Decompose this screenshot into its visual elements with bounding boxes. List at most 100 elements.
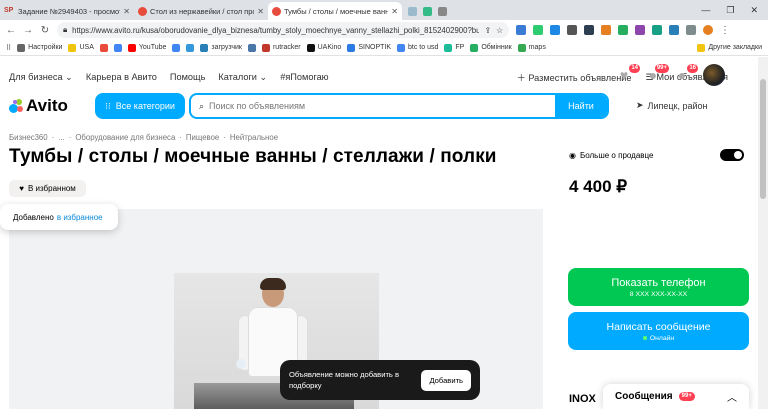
bookmark-g[interactable] [172, 43, 181, 52]
menu-dots-icon[interactable]: ⋮ [720, 25, 730, 36]
avito-logo[interactable]: Avito [9, 96, 68, 116]
close-tab-icon[interactable]: ✕ [391, 7, 398, 16]
breadcrumb-item[interactable]: ... [58, 133, 65, 142]
url-field[interactable]: 🔒︎ https://www.avito.ru/kusa/oborudovani… [57, 22, 509, 38]
browser-tab-1[interactable]: SP Задание №2949403 - просмотр з ✕ [0, 2, 134, 20]
close-tab-icon[interactable]: ✕ [123, 7, 130, 16]
messages-widget[interactable]: Сообщения 99+ ︿ [603, 384, 749, 409]
nav-help[interactable]: Помощь [170, 72, 206, 83]
bookmark-other[interactable]: Другие закладки [697, 43, 762, 52]
tab-favicon-icon [408, 6, 417, 16]
extension-icon[interactable] [550, 25, 560, 35]
nav-i-help[interactable]: #яПомогаю [280, 72, 328, 83]
bookmark-rutracker[interactable]: rutracker [261, 43, 301, 52]
messages-label: Сообщения [615, 391, 673, 402]
extension-icon[interactable] [601, 25, 611, 35]
notifications-bell-icon[interactable]: ● 16 [674, 64, 698, 83]
extension-icon[interactable] [533, 25, 543, 35]
favorites-heart-icon[interactable]: ♥ 14 [616, 64, 640, 83]
extension-icon[interactable] [635, 25, 645, 35]
breadcrumb-item[interactable]: Бизнес360 [9, 133, 48, 142]
seller-toggle-label: Больше о продавце [579, 150, 654, 160]
toast-text: Добавлено [13, 212, 54, 222]
favorites-link[interactable]: в избранное [57, 213, 103, 222]
bookmark-maps[interactable]: maps [517, 43, 546, 52]
nav-for-business[interactable]: Для бизнеса ⌄ [9, 72, 73, 83]
extension-icon[interactable] [652, 25, 662, 35]
gmail-icon [99, 43, 108, 52]
extension-icon[interactable] [669, 25, 679, 35]
messages-badge: 99+ [654, 64, 669, 73]
bookmark-vk[interactable] [247, 43, 256, 52]
post-ad-link[interactable]: ＋ Разместить объявление [517, 70, 632, 84]
back-icon[interactable]: ← [6, 25, 16, 36]
browser-tab-2[interactable]: Стол из нержавейки / стол произ ✕ [134, 2, 268, 20]
reload-icon[interactable]: ↻ [40, 25, 50, 36]
youtube-icon [127, 43, 136, 52]
seller-info-toggle: ◉ Больше о продавце [569, 149, 744, 161]
show-phone-button[interactable]: Показать телефон 8 XXX XXX-XX-XX [568, 268, 749, 306]
bookmark-loader[interactable]: загрузчик [200, 43, 242, 52]
seller-toggle-switch[interactable] [720, 149, 744, 161]
search-button[interactable]: Найти [555, 95, 607, 117]
fp-icon [444, 43, 453, 52]
messages-icon[interactable]: ● 99+ [645, 64, 669, 83]
add-to-collection-toast: Объявление можно добавить в подборку Доб… [280, 360, 480, 400]
other-tabs[interactable] [402, 2, 502, 20]
add-button[interactable]: Добавить [421, 369, 471, 391]
restore-icon[interactable]: ❐ [726, 5, 734, 16]
nav-career[interactable]: Карьера в Авито [86, 72, 157, 83]
window-controls: — ❐ ✕ [701, 0, 768, 20]
puzzle-icon[interactable] [686, 25, 696, 35]
extension-icon[interactable] [567, 25, 577, 35]
bookmark-label: USA [79, 44, 94, 51]
messages-count-badge: 99+ [678, 392, 695, 401]
write-message-button[interactable]: Написать сообщение Онлайн [568, 312, 749, 350]
extension-icon[interactable] [618, 25, 628, 35]
bookmark-label: rutracker [272, 44, 301, 51]
bookmark-label: FP [455, 44, 465, 51]
location-selector[interactable]: ➤ Липецк, район [636, 100, 707, 111]
minimize-icon[interactable]: — [701, 5, 710, 15]
browser-tab-3[interactable]: Тумбы / столы / моечные ванны ✕ [268, 2, 402, 20]
breadcrumb-item[interactable]: Нейтральное [230, 133, 278, 142]
breadcrumb-item[interactable]: Оборудование для бизнеса [75, 133, 175, 142]
bookmark-cloud[interactable] [186, 43, 195, 52]
seller-name[interactable]: INOX [569, 393, 596, 405]
search-bar: ⌕ Поиск по объявлениям Найти [189, 93, 609, 119]
close-tab-icon[interactable]: ✕ [257, 7, 264, 16]
bookmark-settings[interactable]: Настройки [17, 43, 62, 52]
scrollbar-thumb[interactable] [760, 79, 766, 199]
bookmark-label: SINOPTIK [358, 44, 392, 51]
avito-favicon-icon [272, 6, 281, 16]
bookmark-uakino[interactable]: UAKino [306, 43, 341, 52]
avatar[interactable] [703, 64, 725, 86]
price: 4 400 ₽ [569, 177, 628, 196]
bookmark-gmail[interactable] [99, 43, 108, 52]
all-categories-button[interactable]: ⁝⁝ Все категории [95, 93, 185, 119]
bookmark-btc[interactable]: btc to usd [397, 43, 438, 52]
extension-icon[interactable] [584, 25, 594, 35]
bookmark-exchanger[interactable]: Обмінник [470, 43, 512, 52]
share-icon[interactable]: ⇪ [484, 26, 491, 35]
bookmark-fp[interactable]: FP [444, 43, 465, 52]
tab-favicon-icon [438, 6, 447, 16]
bookmark-youtube[interactable]: YouTube [127, 43, 166, 52]
glove-shape [236, 359, 246, 369]
forward-icon[interactable]: → [23, 25, 33, 36]
search-input[interactable]: ⌕ Поиск по объявлениям [191, 101, 555, 112]
bookmark-usa[interactable]: USA [68, 43, 94, 52]
nav-catalogs[interactable]: Каталоги ⌄ [218, 72, 267, 83]
bookmark-google[interactable] [113, 43, 122, 52]
favorite-button[interactable]: ♥ В избранном [9, 180, 86, 197]
star-icon[interactable]: ☆ [496, 26, 503, 35]
extension-icon[interactable] [516, 25, 526, 35]
bookmark-sinoptik[interactable]: SINOPTIK [347, 43, 392, 52]
page-scrollbar[interactable] [758, 57, 768, 409]
g-icon [172, 43, 181, 52]
bookmark-apps-icon[interactable]: ⠿ [6, 44, 11, 52]
close-window-icon[interactable]: ✕ [750, 5, 758, 16]
chevron-up-icon[interactable]: ︿ [727, 389, 737, 404]
profile-icon[interactable] [703, 25, 713, 35]
breadcrumb-item[interactable]: Пищевое [186, 133, 219, 142]
